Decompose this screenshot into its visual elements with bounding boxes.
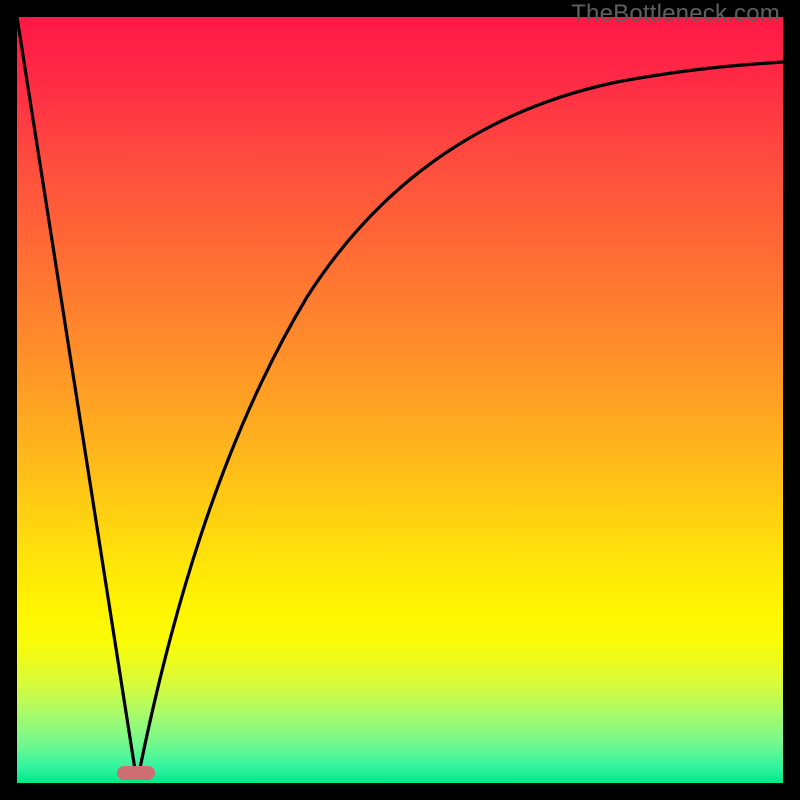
chart-frame: TheBottleneck.com — [0, 0, 800, 800]
bottleneck-curve — [17, 17, 783, 776]
plot-area — [17, 17, 783, 783]
optimum-marker — [117, 766, 155, 780]
watermark-text: TheBottleneck.com — [571, 0, 780, 28]
curve-layer — [17, 17, 783, 783]
